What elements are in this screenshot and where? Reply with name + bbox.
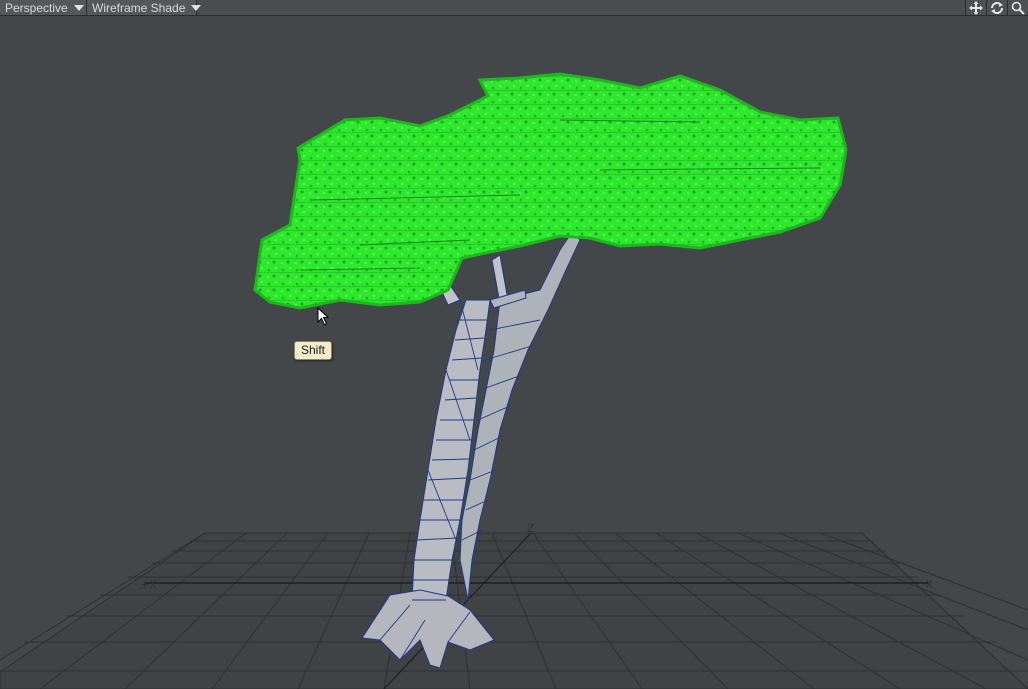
x-axis-negative-label: +X	[140, 578, 157, 591]
rotate-icon	[991, 1, 1003, 14]
move-icon	[969, 0, 983, 15]
view-tools	[965, 0, 1028, 15]
viewport-toolbar: Perspective Wireframe Shade	[0, 0, 1028, 16]
x-axis-positive-label: -X	[922, 578, 933, 591]
shading-mode-dropdown[interactable]: Wireframe Shade	[87, 0, 202, 15]
rotate-view-button[interactable]	[986, 0, 1007, 15]
mouse-cursor-icon	[317, 307, 330, 326]
view-mode-dropdown[interactable]: Perspective	[0, 0, 87, 15]
chevron-down-icon	[73, 4, 84, 11]
zoom-view-button[interactable]	[1007, 0, 1028, 15]
z-axis-label: Z	[527, 522, 535, 535]
shading-mode-label: Wireframe Shade	[92, 0, 186, 15]
shortcut-tooltip: Shift	[294, 341, 333, 360]
magnifier-icon	[1011, 1, 1025, 15]
move-view-button[interactable]	[965, 0, 986, 15]
tooltip-text: Shift	[301, 343, 326, 357]
3d-viewport[interactable]: Perspective Wireframe Shade Z +X -X Shif…	[0, 0, 1028, 689]
chevron-down-icon	[191, 4, 202, 11]
ground-grid	[0, 532, 1028, 689]
view-mode-label: Perspective	[5, 0, 68, 15]
